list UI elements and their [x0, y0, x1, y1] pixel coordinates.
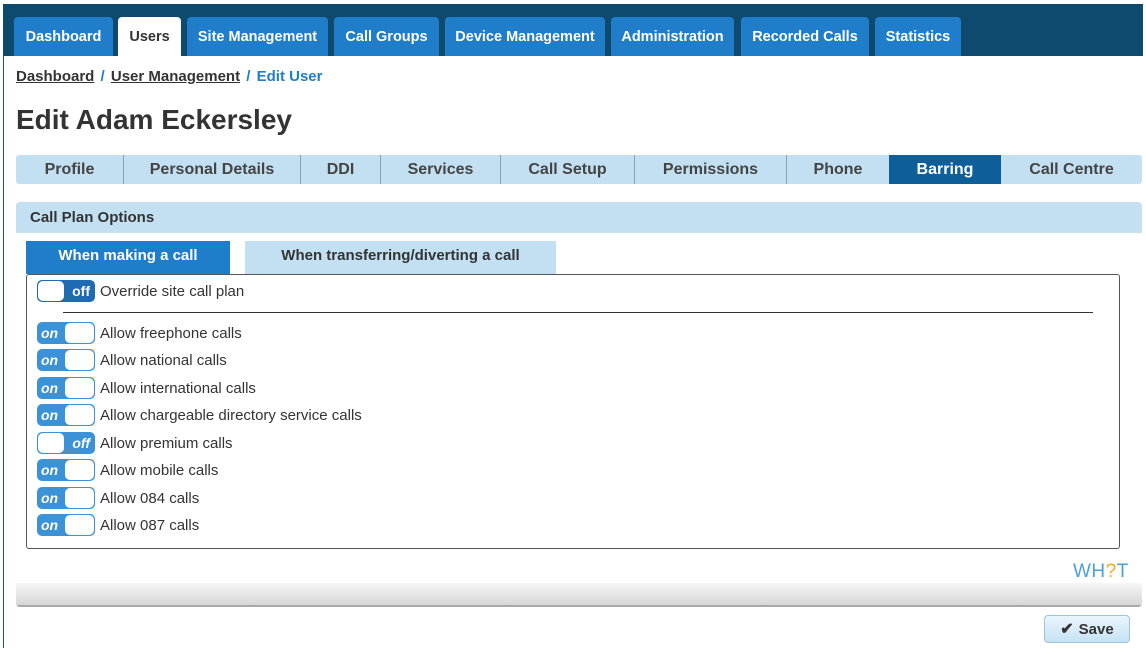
- option-label: Allow 084 calls: [100, 489, 200, 507]
- option-label: Allow freephone calls: [100, 324, 242, 342]
- top-navigation: Dashboard Users Site Management Call Gro…: [3, 4, 1143, 56]
- option-label: Allow 087 calls: [100, 516, 200, 534]
- breadcrumb-separator: /: [100, 68, 105, 85]
- tab-administration[interactable]: Administration: [611, 17, 734, 56]
- option-row-mobile: on Allow mobile calls: [37, 459, 218, 481]
- directory-toggle[interactable]: on: [37, 404, 95, 426]
- toggle-knob: [65, 405, 94, 425]
- check-icon: ✔: [1060, 621, 1074, 638]
- left-border: [3, 56, 4, 648]
- premium-toggle[interactable]: off: [37, 432, 95, 454]
- toggle-knob: [65, 378, 94, 398]
- subtab-profile[interactable]: Profile: [16, 155, 124, 184]
- option-row-international: on Allow international calls: [37, 377, 256, 399]
- tab-dashboard[interactable]: Dashboard: [14, 17, 113, 56]
- panel-title: Call Plan Options: [16, 202, 1142, 233]
- national-toggle[interactable]: on: [37, 349, 95, 371]
- option-label: Allow international calls: [100, 379, 256, 397]
- tab-users[interactable]: Users: [118, 17, 181, 56]
- subtab-permissions[interactable]: Permissions: [635, 155, 787, 184]
- toggle-knob: [65, 350, 94, 370]
- option-row-national: on Allow national calls: [37, 349, 227, 371]
- divider: [63, 312, 1093, 313]
- option-label: Allow national calls: [100, 351, 227, 369]
- tab-device-management[interactable]: Device Management: [445, 17, 605, 56]
- subtab-call-setup[interactable]: Call Setup: [501, 155, 635, 184]
- toggle-state: off: [72, 283, 90, 299]
- breadcrumb: Dashboard / User Management / Edit User: [16, 68, 322, 85]
- option-row-freephone: on Allow freephone calls: [37, 322, 242, 344]
- toggle-knob: [65, 488, 94, 508]
- 087-toggle[interactable]: on: [37, 514, 95, 536]
- override-label: Override site call plan: [100, 282, 245, 300]
- option-row-premium: off Allow premium calls: [37, 432, 233, 454]
- logo-text: WH: [1073, 561, 1106, 582]
- subtab-barring[interactable]: Barring: [889, 155, 1001, 184]
- subtab-call-centre[interactable]: Call Centre: [1001, 155, 1142, 184]
- option-row-directory: on Allow chargeable directory service ca…: [37, 404, 362, 426]
- toggle-state: on: [41, 325, 59, 341]
- 084-toggle[interactable]: on: [37, 487, 95, 509]
- toggle-state: on: [41, 490, 59, 506]
- toggle-state: on: [41, 352, 59, 368]
- subtab-phone[interactable]: Phone: [787, 155, 889, 184]
- toggle-state: off: [72, 435, 90, 451]
- tab-recorded-calls[interactable]: Recorded Calls: [741, 17, 869, 56]
- toggle-knob: [38, 281, 64, 301]
- tab-site-management[interactable]: Site Management: [187, 17, 328, 56]
- whot-logo: WH?T: [1073, 561, 1129, 583]
- breadcrumb-dashboard-link[interactable]: Dashboard: [16, 68, 94, 85]
- option-label: Allow chargeable directory service calls: [100, 406, 362, 424]
- call-plan-options-panel: Call Plan Options When making a call Whe…: [16, 202, 1142, 607]
- subtab-personal-details[interactable]: Personal Details: [124, 155, 301, 184]
- logo-text-end: T: [1116, 561, 1129, 582]
- toggle-knob: [65, 460, 94, 480]
- subtab-services[interactable]: Services: [381, 155, 501, 184]
- tab-statistics[interactable]: Statistics: [875, 17, 961, 56]
- call-options-box: off Override site call plan on Allow fre…: [26, 274, 1120, 549]
- logo-question: ?: [1105, 561, 1117, 582]
- user-subtabs: Profile Personal Details DDI Services Ca…: [16, 155, 1142, 184]
- freephone-toggle[interactable]: on: [37, 322, 95, 344]
- toggle-knob: [38, 433, 64, 453]
- option-label: Allow premium calls: [100, 434, 233, 452]
- panel-footer: [16, 583, 1142, 607]
- tab-when-transferring-call[interactable]: When transferring/diverting a call: [245, 241, 556, 274]
- breadcrumb-current: Edit User: [256, 68, 323, 85]
- panel-body: When making a call When transferring/div…: [16, 233, 1142, 583]
- toggle-state: on: [41, 462, 59, 478]
- breadcrumb-separator: /: [246, 68, 251, 85]
- mobile-toggle[interactable]: on: [37, 459, 95, 481]
- option-label: Allow mobile calls: [100, 461, 219, 479]
- save-button[interactable]: ✔ Save: [1044, 615, 1130, 643]
- breadcrumb-user-management-link[interactable]: User Management: [111, 68, 240, 85]
- subtab-ddi[interactable]: DDI: [301, 155, 381, 184]
- option-row-084: on Allow 084 calls: [37, 487, 199, 509]
- tab-call-groups[interactable]: Call Groups: [334, 17, 439, 56]
- option-row-087: on Allow 087 calls: [37, 514, 199, 536]
- tab-when-making-call[interactable]: When making a call: [26, 241, 230, 274]
- save-label: Save: [1078, 620, 1114, 638]
- toggle-state: on: [41, 407, 59, 423]
- toggle-knob: [65, 515, 94, 535]
- toggle-knob: [65, 323, 94, 343]
- toggle-state: on: [41, 380, 59, 396]
- page-title: Edit Adam Eckersley: [16, 104, 292, 135]
- override-row: off Override site call plan: [37, 280, 244, 302]
- toggle-state: on: [41, 517, 59, 533]
- international-toggle[interactable]: on: [37, 377, 95, 399]
- override-toggle[interactable]: off: [37, 280, 95, 302]
